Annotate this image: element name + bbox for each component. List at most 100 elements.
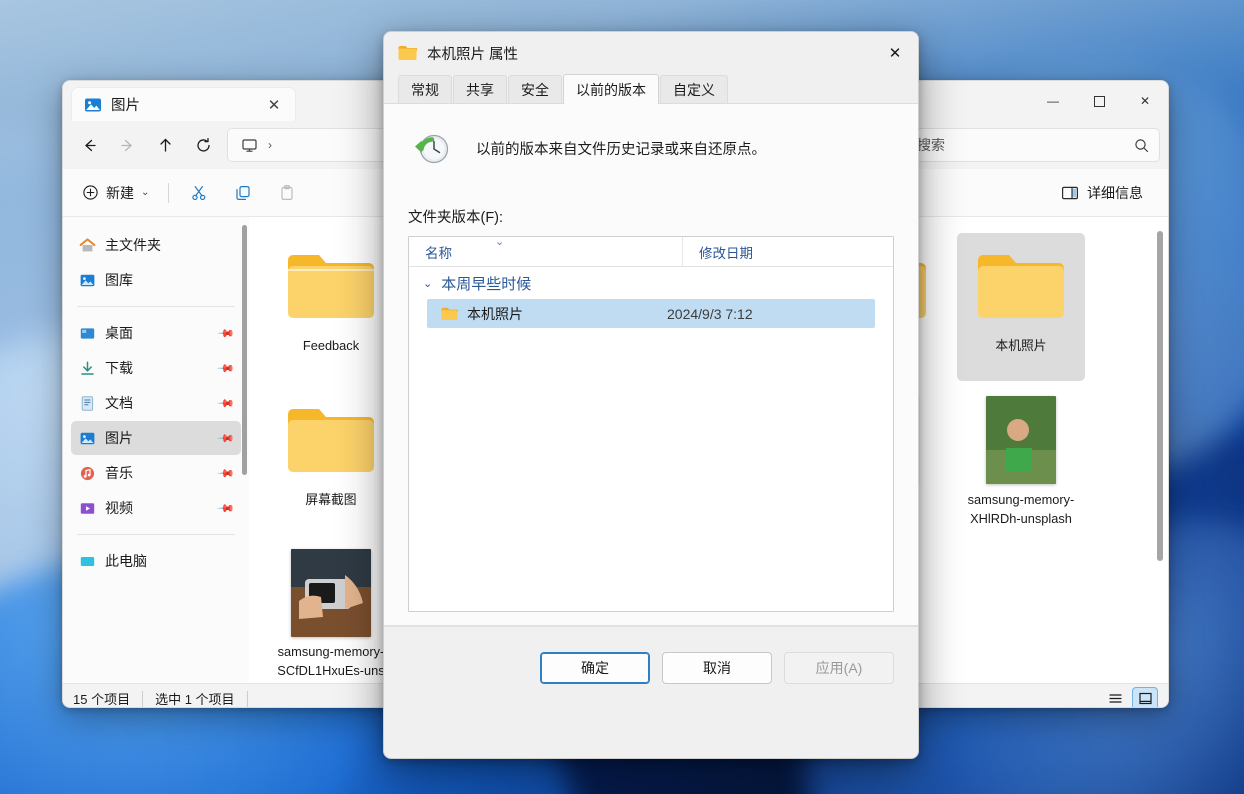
tab-general[interactable]: 常规 [398,75,452,103]
sidebar-item-label: 主文件夹 [105,237,161,253]
file-tile-samsung-memory-girl[interactable]: samsung-memory-XHlRDh-unsplash [957,387,1085,535]
sidebar-item-pictures[interactable]: 图片 📌 [71,421,241,455]
sidebar-item-gallery[interactable]: 图库 [71,263,241,297]
sidebar-item-videos[interactable]: 视频 📌 [71,491,241,525]
dialog-intro-text: 以前的版本来自文件历史记录或来自还原点。 [476,142,766,158]
search-box[interactable] [906,128,1160,162]
file-tile-label: samsung-memory-XHlRDh-unsplash [967,492,1075,526]
properties-dialog[interactable]: 本机照片 属性 ✕ 常规 共享 安全 以前的版本 自定义 以前的版本来自文件历史… [383,31,919,759]
file-tile-screenshots[interactable]: 屏幕截图 [267,387,395,535]
folder-icon [973,241,1069,331]
details-pane-button[interactable]: 详细信息 [1052,177,1152,209]
ok-button[interactable]: 确定 [540,651,650,684]
folder-icon [441,307,458,321]
pin-icon[interactable]: 📌 [217,324,236,342]
new-button-label: 新建 [106,184,134,201]
tab-previous-versions[interactable]: 以前的版本 [563,74,659,104]
restore-clock-icon [408,126,454,172]
cut-button[interactable] [179,177,219,209]
pictures-folder-icon [84,96,102,114]
column-header-name-label: 名称 [425,245,452,261]
listview-header: 名称 ⌄ 修改日期 [409,237,893,267]
copy-button[interactable] [223,177,263,209]
paste-icon [278,184,296,202]
file-tile-feedback[interactable]: Feedback [267,233,395,381]
pictures-icon [79,430,96,447]
photo-thumbnail [973,395,1069,485]
sidebar-item-this-pc[interactable]: 此电脑 [71,544,241,578]
listview-row[interactable]: 本机照片 2024/9/3 7:12 [427,299,875,328]
forward-button[interactable] [109,128,145,162]
explorer-tab-pictures[interactable]: 图片 ✕ [71,87,296,121]
sidebar-item-music[interactable]: 音乐 📌 [71,456,241,490]
column-header-name[interactable]: 名称 ⌄ [409,237,682,266]
dialog-page-previous-versions: 以前的版本来自文件历史记录或来自还原点。 文件夹版本(F): 名称 ⌄ 修改日期… [384,104,918,708]
tab-customize[interactable]: 自定义 [660,75,728,103]
close-button[interactable]: ✕ [1122,81,1168,121]
cancel-button[interactable]: 取消 [662,651,772,684]
status-divider [246,690,248,707]
new-button[interactable]: 新建 ⌄ [73,177,158,209]
explorer-navigation-pane[interactable]: 主文件夹 图库 桌面 📌 下载 📌 文档 📌 图片 📌 音乐 📌 视频 📌 此电… [63,217,249,683]
sidebar-item-desktop[interactable]: 桌面 📌 [71,316,241,350]
column-header-date[interactable]: 修改日期 [682,237,893,266]
sidebar-item-label: 桌面 [105,325,133,341]
search-input[interactable] [917,137,1134,153]
maximize-button[interactable] [1076,81,1122,121]
gallery-icon [79,272,96,289]
pin-icon[interactable]: 📌 [217,394,236,412]
this-pc-icon[interactable] [234,132,264,158]
sidebar-scrollbar[interactable] [242,225,247,475]
listview-group-header[interactable]: ⌄ 本周早些时候 [409,267,893,299]
sidebar-divider [77,534,235,535]
downloads-icon [79,360,96,377]
apply-button[interactable]: 应用(A) [784,651,894,684]
this-pc-icon [79,553,96,570]
large-icons-view-icon[interactable] [1132,686,1158,707]
group-label: 本周早些时候 [441,275,532,293]
sidebar-item-label: 音乐 [105,465,133,481]
file-tile-label: 本机照片 [995,338,1047,353]
toolbar-divider [168,182,170,203]
folder-versions-listview[interactable]: 名称 ⌄ 修改日期 ⌄ 本周早些时候 本机照片 2024/9/3 7:12 [408,236,894,612]
file-list-scrollbar[interactable] [1157,231,1163,561]
back-button[interactable] [71,128,107,162]
search-icon[interactable] [1134,138,1149,153]
pin-icon[interactable]: 📌 [217,359,236,377]
sidebar-item-label: 下载 [105,360,133,376]
home-icon [79,237,96,254]
tab-close-icon[interactable]: ✕ [261,92,287,118]
refresh-button[interactable] [185,128,221,162]
music-icon [79,465,96,482]
file-tile-samsung-memory-hands[interactable]: samsung-memory-SCfDL1HxuEs-unsplash [267,541,395,683]
minimize-button[interactable]: — [1030,81,1076,121]
sidebar-item-documents[interactable]: 文档 📌 [71,386,241,420]
dialog-tabstrip[interactable]: 常规 共享 安全 以前的版本 自定义 [384,74,918,104]
sidebar-item-label: 此电脑 [105,553,147,569]
pin-icon[interactable]: 📌 [217,429,236,447]
file-tile-label: samsung-memory-SCfDL1HxuEs-unsplash [277,644,385,683]
tab-sharing[interactable]: 共享 [453,75,507,103]
breadcrumb-chevron-icon[interactable]: › [268,138,272,152]
sidebar-item-home[interactable]: 主文件夹 [71,228,241,262]
status-divider [142,690,144,707]
pin-icon[interactable]: 📌 [217,499,236,517]
dialog-close-button[interactable]: ✕ [872,32,918,74]
sidebar-item-downloads[interactable]: 下载 📌 [71,351,241,385]
desktop-icon [79,325,96,342]
folder-icon [283,241,379,331]
paste-button[interactable] [267,177,307,209]
file-tile-local-photos[interactable]: 本机照片 [957,233,1085,381]
chevron-down-icon[interactable]: ⌄ [141,187,149,198]
item-count-label: 15 个项目 [73,692,131,707]
list-view-icon[interactable] [1102,687,1128,708]
group-expander-icon[interactable]: ⌄ [423,277,432,290]
dialog-footer: 确定 取消 应用(A) [384,626,918,708]
pin-icon[interactable]: 📌 [217,464,236,482]
sort-caret-icon: ⌄ [495,236,505,248]
copy-icon [234,184,252,202]
up-button[interactable] [147,128,183,162]
sidebar-item-label: 图库 [105,272,133,288]
scissors-icon [190,184,208,202]
tab-security[interactable]: 安全 [508,75,562,103]
